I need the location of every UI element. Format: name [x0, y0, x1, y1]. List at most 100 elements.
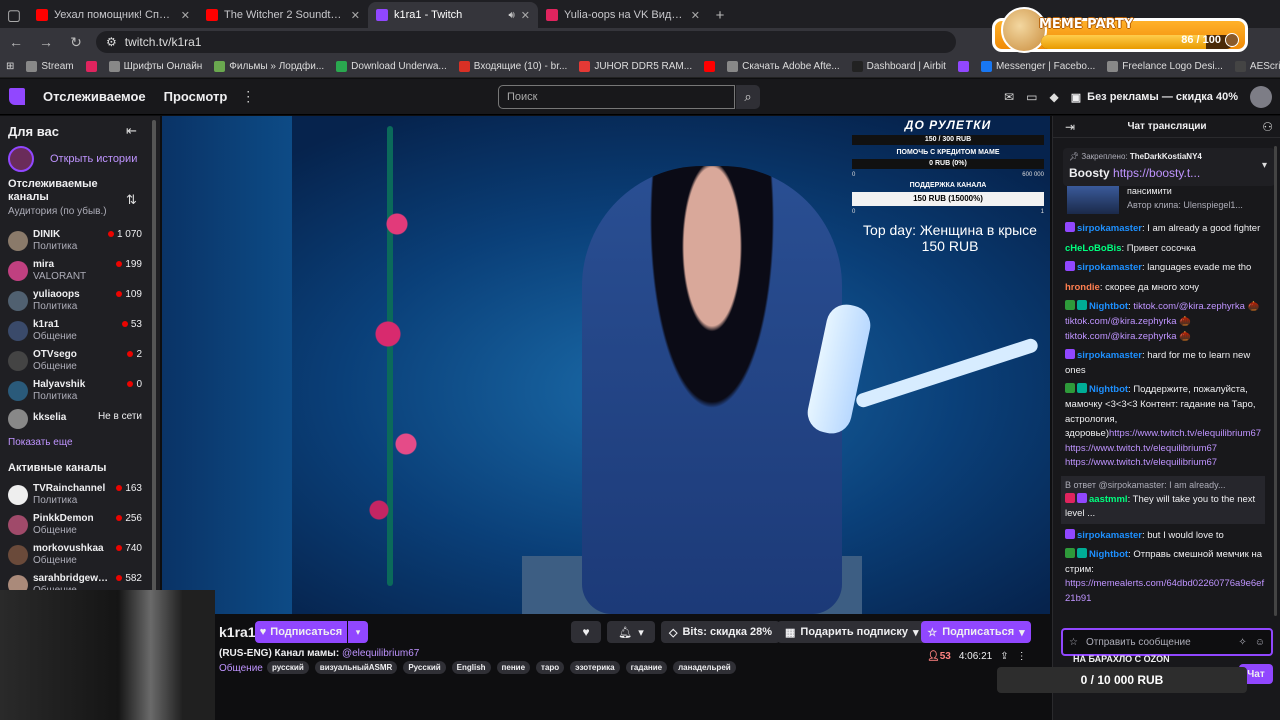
sort-icon[interactable]: ⇅	[126, 192, 137, 208]
reload-icon[interactable]: ↻	[66, 34, 86, 51]
ai-icon[interactable]: ✧	[1238, 637, 1246, 648]
sidebar-channel[interactable]: OTVsego Общение 2	[8, 348, 148, 376]
bookmark-item[interactable]	[957, 61, 969, 72]
whispers-icon[interactable]: ▭	[1026, 90, 1037, 104]
browser-tab[interactable]: Уехал помощник! Справляемс... ✕	[28, 2, 198, 28]
chat-username[interactable]: hrondie	[1065, 282, 1100, 293]
chat-username[interactable]: sirpokamaster	[1077, 350, 1142, 361]
more-icon[interactable]: ⋮	[241, 88, 255, 105]
nav-browse[interactable]: Просмотр	[164, 89, 228, 104]
close-tab-icon[interactable]: ✕	[351, 9, 360, 22]
bookmark-item[interactable]: Stream	[26, 61, 74, 72]
sidebar-channel[interactable]: PinkkDemon Общение 256	[8, 512, 148, 540]
url-input[interactable]: ⚙ twitch.tv/k1ra1	[96, 31, 956, 53]
stream-category[interactable]: Общение	[219, 663, 263, 674]
bookmark-item[interactable]: JUHOR DDR5 RAM...	[579, 61, 692, 72]
tab-menu-icon[interactable]: ▢	[0, 2, 28, 28]
stream-tag[interactable]: эзотерика	[570, 661, 620, 674]
bits-icon[interactable]: ☆	[1069, 637, 1078, 648]
collapse-sidebar-icon[interactable]: ⇤	[126, 123, 137, 139]
chat-username[interactable]: sirpokamaster	[1077, 223, 1142, 234]
stories-button[interactable]: Открыть истории	[8, 146, 137, 172]
site-info-icon[interactable]: ⚙	[106, 35, 117, 49]
community-icon[interactable]: ⚇	[1262, 120, 1273, 134]
apps-icon[interactable]: ⊞	[6, 61, 14, 72]
emote-icon[interactable]: ☺	[1255, 637, 1265, 648]
stream-tag[interactable]: русский	[267, 661, 309, 674]
sidebar-channel[interactable]: yuliaoops Политика 109	[8, 288, 148, 316]
bookmark-item[interactable]: Фильмы » Лордфи...	[214, 61, 324, 72]
bookmark-item[interactable]: Freelance Logo Desi...	[1107, 61, 1223, 72]
chat-link[interactable]: https://memealerts.com/64dbd02260776a9e6…	[1065, 578, 1264, 604]
follow-dropdown[interactable]: ▾	[348, 621, 368, 643]
bookmark-item[interactable]: Скачать Adobe Afte...	[727, 61, 840, 72]
bookmark-item[interactable]: Download Underwa...	[336, 61, 447, 72]
inbox-icon[interactable]: ✉	[1004, 90, 1014, 104]
pinned-message[interactable]: 📌︎ Закреплено: TheDarkKostiaNY4 Boosty h…	[1063, 148, 1275, 186]
stream-title-mention[interactable]: @elequilibrium67	[342, 648, 419, 659]
close-tab-icon[interactable]: ✕	[181, 9, 190, 22]
bits-button[interactable]: ◇ Bits: скидка 28%	[661, 621, 781, 643]
chevron-down-icon[interactable]: ▾	[1262, 160, 1267, 171]
channel-name[interactable]: k1ra1	[219, 624, 256, 640]
notifications-button[interactable]: 🔔︎ ▾	[607, 621, 655, 643]
sidebar-channel[interactable]: morkovushkaa Общение 740	[8, 542, 148, 570]
chat-input[interactable]: ☆ Отправить сообщение ✧ ☺	[1061, 628, 1273, 656]
stream-tag[interactable]: Русский	[403, 661, 446, 674]
sidebar-channel[interactable]: k1ra1 Общение 53	[8, 318, 148, 346]
search-button[interactable]: ⌕	[736, 85, 760, 109]
crown-icon[interactable]: ◆	[1050, 90, 1059, 104]
clip-card[interactable]: пансимити Автор клипа: Ulenspiegel1...	[1067, 186, 1273, 214]
browser-tab[interactable]: The Witcher 2 Soundtrack - So... ✕	[198, 2, 368, 28]
sidebar-channel[interactable]: TVRainchannel Политика 163	[8, 482, 148, 510]
chat-username[interactable]: cHeLoBoBis	[1065, 243, 1121, 254]
user-avatar[interactable]	[1250, 86, 1272, 108]
sidebar-channel[interactable]: Halyavshik Политика 0	[8, 378, 148, 406]
sidebar-scrollbar[interactable]	[152, 120, 156, 604]
stream-tag[interactable]: визуальныйASMR	[314, 661, 398, 674]
browser-tab[interactable]: Yulia-oops на VK Видео Live -... ✕	[538, 2, 708, 28]
bookmark-item[interactable]	[704, 61, 716, 72]
bookmark-item[interactable]: Шрифты Онлайн	[108, 61, 202, 72]
bookmark-item[interactable]: Messenger | Facebo...	[980, 61, 1095, 72]
chat-username[interactable]: sirpokamaster	[1077, 530, 1142, 541]
stream-tag[interactable]: English	[451, 661, 491, 674]
sidebar-channel[interactable]: mira VALORANT 199	[8, 258, 148, 286]
stream-tag[interactable]: гадание	[625, 661, 668, 674]
stream-tag[interactable]: ланадельрей	[673, 661, 736, 674]
favorite-button[interactable]: ♥	[571, 621, 601, 643]
prime-ad-free-button[interactable]: ▣ Без рекламы — скидка 40%	[1071, 91, 1238, 104]
nav-following[interactable]: Отслеживаемое	[43, 89, 146, 104]
chat-username[interactable]: Nightbot	[1089, 384, 1128, 395]
gift-sub-button[interactable]: ▦ Подарить подписку ▾	[777, 621, 927, 643]
subscribe-button[interactable]: ☆ Подписаться ▾	[921, 621, 1031, 643]
sidebar-channel[interactable]: DINIK Политика 1 070	[8, 228, 148, 256]
bookmark-item[interactable]: Входящие (10) - br...	[458, 61, 567, 72]
follow-button[interactable]: ♥ Подписаться	[255, 621, 347, 643]
share-icon[interactable]: ⇪	[1000, 651, 1008, 662]
pinned-link[interactable]: https://boosty.t...	[1113, 166, 1200, 180]
search-input[interactable]: Поиск	[498, 85, 735, 109]
chat-username[interactable]: Nightbot	[1089, 549, 1128, 560]
back-icon[interactable]: ←	[6, 34, 26, 50]
stream-tag[interactable]: таро	[536, 661, 565, 674]
sidebar-channel[interactable]: kkselia Не в сети	[8, 406, 148, 434]
bookmark-item[interactable]: AEScripts Lockdown...	[1234, 61, 1280, 72]
chat-username[interactable]: sirpokamaster	[1077, 262, 1142, 273]
speaker-icon[interactable]: 🔊︎	[508, 10, 514, 21]
twitch-logo-icon[interactable]	[9, 88, 25, 105]
stream-tag[interactable]: пение	[496, 661, 531, 674]
video-player[interactable]: ДО РУЛЕТКИ 150 / 300 RUB ПОМОЧЬ С КРЕДИТ…	[162, 116, 1050, 614]
browser-tab[interactable]: k1ra1 - Twitch 🔊︎ ✕	[368, 2, 538, 28]
new-tab-icon[interactable]: +	[708, 2, 732, 28]
close-tab-icon[interactable]: ✕	[521, 9, 530, 22]
chat-scrollbar[interactable]	[1274, 146, 1277, 616]
bookmark-item[interactable]: Dashboard | Airbit	[851, 61, 946, 72]
forward-icon[interactable]: →	[36, 34, 56, 50]
chat-username[interactable]: Nightbot	[1089, 301, 1128, 312]
show-more-link[interactable]: Показать еще	[8, 437, 73, 448]
more-options-icon[interactable]: ⋮	[1017, 651, 1027, 662]
close-tab-icon[interactable]: ✕	[691, 9, 700, 22]
chat-username[interactable]: aastmml	[1089, 494, 1128, 505]
bookmark-item[interactable]	[85, 61, 97, 72]
